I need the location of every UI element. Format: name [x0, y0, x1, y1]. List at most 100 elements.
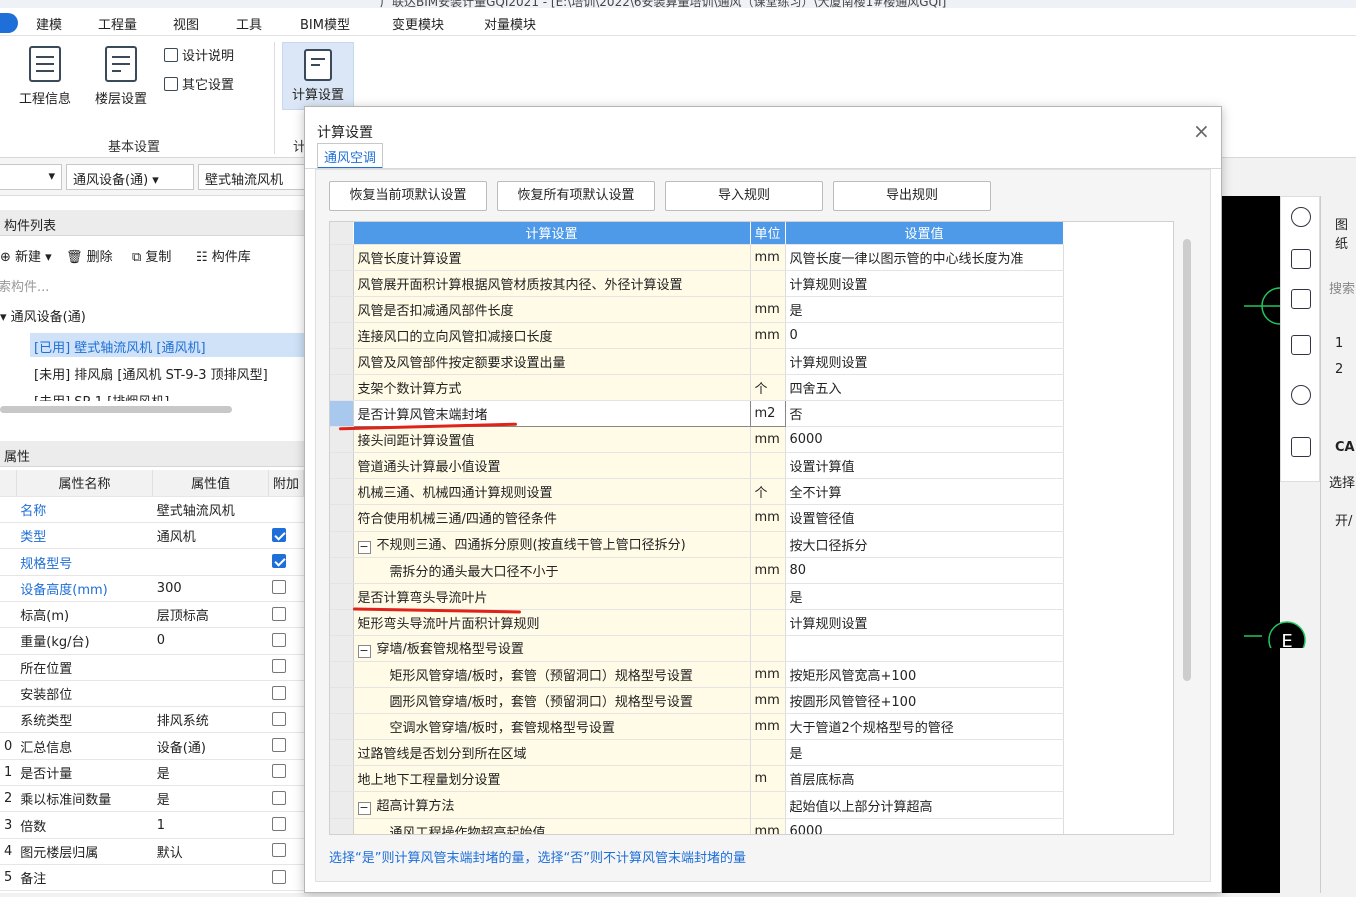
- settings-row[interactable]: 风管及风管部件按定额要求设置出量 计算规则设置: [330, 348, 1064, 375]
- setting-value[interactable]: 风管长度一律以图示管的中心线长度为准: [785, 244, 1064, 271]
- other-settings-button[interactable]: 其它设置: [164, 74, 234, 93]
- property-value[interactable]: 通风机: [152, 522, 269, 550]
- property-value[interactable]: [152, 654, 269, 681]
- settings-row[interactable]: 管道通头计算最小值设置 设置计算值: [330, 452, 1064, 480]
- setting-value[interactable]: 是: [785, 583, 1064, 610]
- property-value[interactable]: 1: [152, 811, 269, 839]
- row-header[interactable]: [330, 374, 354, 402]
- menu-quantities[interactable]: 工程量: [98, 14, 137, 33]
- row-header[interactable]: [330, 244, 354, 271]
- setting-value[interactable]: 计算规则设置: [785, 609, 1064, 636]
- row-header[interactable]: [330, 661, 354, 689]
- settings-row[interactable]: 矩形风管穿墙/板时，套管（预留洞口）规格型号设置 mm 按矩形风管宽高+100: [330, 661, 1064, 689]
- menu-view[interactable]: 视图: [173, 14, 199, 33]
- tree-item-exhaust-fan[interactable]: [未用] 排风扇 [通风机 ST-9-3 顶排风型]: [34, 364, 268, 383]
- row-header[interactable]: [330, 739, 354, 767]
- property-row[interactable]: 规格型号: [0, 548, 304, 576]
- setting-value[interactable]: 四舍五入: [785, 374, 1064, 402]
- tree-item-smoke-fan[interactable]: [未用] SP-1 [排烟风机]: [34, 391, 169, 401]
- row-header[interactable]: [330, 687, 354, 715]
- extra-checkbox[interactable]: [272, 632, 287, 647]
- setting-value[interactable]: 首层底标高: [785, 765, 1064, 793]
- setting-value[interactable]: 设置管径值: [785, 504, 1064, 532]
- setting-value[interactable]: 6000: [785, 818, 1064, 834]
- collapse-icon[interactable]: −: [357, 645, 371, 659]
- floor-settings-button[interactable]: 楼层设置: [88, 46, 154, 107]
- rotate-orbit-icon[interactable]: [1291, 207, 1311, 227]
- row-header[interactable]: [330, 818, 354, 834]
- settings-row[interactable]: 圆形风管穿墙/板时，套管（预留洞口）规格型号设置 mm 按圆形风管管径+100: [330, 687, 1064, 715]
- extra-checkbox[interactable]: [272, 843, 287, 858]
- calc-settings-button[interactable]: 计算设置: [282, 42, 354, 110]
- property-value[interactable]: 300: [152, 575, 269, 602]
- row-header[interactable]: [330, 426, 354, 454]
- property-value[interactable]: 是: [152, 785, 269, 813]
- delete-button[interactable]: 🗑 删除: [66, 246, 113, 265]
- property-row[interactable]: 名称 壁式轴流风机: [0, 496, 304, 524]
- extra-checkbox[interactable]: [272, 817, 287, 831]
- property-row[interactable]: 3 倍数 1: [0, 811, 304, 839]
- collapse-icon[interactable]: −: [357, 541, 371, 555]
- property-row[interactable]: 设备高度(mm) 300: [0, 575, 304, 602]
- cad-open[interactable]: 开/: [1335, 510, 1352, 529]
- menu-tools[interactable]: 工具: [236, 14, 262, 33]
- setting-value[interactable]: 按矩形风管宽高+100: [785, 661, 1064, 689]
- tab-hvac[interactable]: 通风空调: [317, 143, 384, 169]
- settings-row[interactable]: 地上地下工程量划分设置 m 首层底标高: [330, 765, 1064, 793]
- menu-bim-model[interactable]: BIM模型: [300, 14, 350, 33]
- property-value[interactable]: [152, 548, 269, 576]
- property-row[interactable]: 系统类型 排风系统: [0, 706, 304, 734]
- right-row-2[interactable]: 2: [1335, 362, 1343, 377]
- menu-start-active[interactable]: [0, 13, 18, 33]
- setting-value[interactable]: 起始值以上部分计算超高: [785, 791, 1064, 819]
- tree-scrollbar[interactable]: [0, 406, 232, 413]
- property-value[interactable]: 壁式轴流风机: [152, 496, 269, 524]
- row-header[interactable]: [330, 478, 354, 506]
- extra-checkbox[interactable]: [272, 685, 287, 700]
- property-row[interactable]: 4 图元楼层归属 默认: [0, 838, 304, 865]
- setting-value[interactable]: 计算规则设置: [785, 348, 1064, 375]
- display-settings-icon[interactable]: [1291, 437, 1311, 457]
- project-info-button[interactable]: 工程信息: [12, 46, 78, 107]
- row-header[interactable]: [330, 504, 354, 532]
- menu-modeling[interactable]: 建模: [36, 14, 62, 33]
- grid-scrollbar[interactable]: [1183, 239, 1191, 681]
- tree-root[interactable]: ▾ 通风设备(通): [0, 306, 86, 325]
- design-notes-button[interactable]: 设计说明: [164, 45, 234, 64]
- row-header[interactable]: [330, 270, 354, 297]
- extra-checkbox[interactable]: [272, 711, 287, 726]
- property-row[interactable]: 所在位置: [0, 654, 304, 681]
- settings-row[interactable]: − 穿墙/板套管规格型号设置: [330, 635, 1064, 663]
- tree-item-used-fan[interactable]: [已用] 壁式轴流风机 [通风机]: [34, 337, 206, 356]
- close-icon[interactable]: ×: [1193, 119, 1210, 143]
- dynamic-rotate-icon[interactable]: [1291, 385, 1311, 405]
- property-row[interactable]: 标高(m) 层顶标高: [0, 601, 304, 629]
- setting-value[interactable]: 80: [785, 557, 1064, 584]
- setting-value[interactable]: 否: [785, 400, 1064, 428]
- setting-value[interactable]: 按大口径拆分: [785, 531, 1064, 558]
- setting-value[interactable]: 是: [785, 739, 1064, 767]
- setting-value[interactable]: 设置计算值: [785, 452, 1064, 480]
- restore-current-button[interactable]: 恢复当前项默认设置: [329, 181, 487, 211]
- property-value[interactable]: 是: [152, 759, 269, 787]
- extra-checkbox[interactable]: [272, 764, 287, 779]
- extra-checkbox[interactable]: [272, 869, 287, 884]
- extra-checkbox[interactable]: [272, 606, 287, 621]
- setting-value[interactable]: 是: [785, 296, 1064, 323]
- property-value[interactable]: 默认: [152, 838, 269, 865]
- property-row[interactable]: 2 乘以标准间数量是: [0, 785, 304, 813]
- row-header[interactable]: [330, 322, 354, 349]
- property-row[interactable]: 5 备注: [0, 864, 304, 892]
- settings-row[interactable]: 接头间距计算设置值 mm 6000: [330, 426, 1064, 454]
- row-header[interactable]: [330, 635, 354, 663]
- property-value[interactable]: 层顶标高: [152, 601, 269, 629]
- setting-value[interactable]: 全不计算: [785, 478, 1064, 506]
- row-header[interactable]: [330, 765, 354, 793]
- library-button[interactable]: ☷ 构件库: [196, 246, 251, 265]
- row-header[interactable]: [330, 713, 354, 741]
- settings-row[interactable]: − 超高计算方法 起始值以上部分计算超高: [330, 791, 1064, 819]
- system-select[interactable]: 通风设备(通) ▾: [66, 164, 194, 190]
- cube-view-icon[interactable]: [1291, 335, 1311, 355]
- settings-row[interactable]: 是否计算风管末端封堵 m2 否: [330, 400, 1064, 428]
- property-row[interactable]: 类型 通风机: [0, 522, 304, 550]
